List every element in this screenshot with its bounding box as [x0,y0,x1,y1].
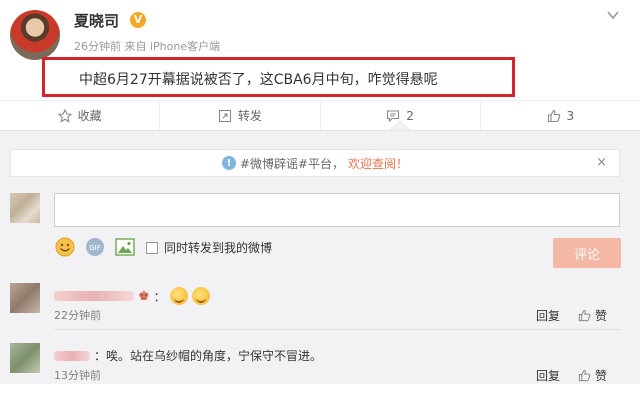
post-content: 中超6月27开幕据说被否了，这CBA6月中旬，咋觉得悬呢 [79,72,438,88]
comment-input[interactable] [54,193,620,227]
like-count: 3 [566,108,575,123]
info-icon: ! [221,156,236,170]
thumbs-up-icon [578,309,591,322]
rumor-notice: ! #微博辟谣#平台， 欢迎查阅！ × [10,149,620,177]
comment-button[interactable]: 2 [321,101,481,140]
comment-item: ：唉。站在乌纱帽的角度，宁保守不冒进。 13分钟前 回复 赞 [0,343,640,395]
image-icon[interactable] [114,236,136,258]
comment-like-label: 赞 [595,369,608,383]
thumbs-up-icon [547,109,560,122]
comment-like-label: 赞 [595,309,608,323]
chevron-down-icon[interactable] [606,8,620,22]
avatar [10,193,40,223]
crowned-emoji-icon: ♚ [138,288,150,304]
sync-forward-label: 同时转发到我的微博 [164,241,273,255]
comment-like-button[interactable]: 赞 [578,307,607,324]
comment-panel: ! #微博辟谣#平台， 欢迎查阅！ × GIF 同时转发到我的微博 评论 ♚ ：… [0,130,640,384]
commenter-avatar[interactable] [10,283,40,313]
post-content-highlight: 中超6月27开幕据说被否了，这CBA6月中旬，咋觉得悬呢 [42,57,515,97]
svg-text:GIF: GIF [89,244,101,252]
submit-comment-button[interactable]: 评论 [553,238,621,268]
laugh-emoji-icon [191,287,210,305]
post-meta: 26分钟前 来自 iPhone客户端 [74,40,221,53]
commenter-name[interactable] [54,291,134,301]
notice-link[interactable]: 欢迎查阅！ [348,155,408,172]
close-icon[interactable]: × [596,155,607,170]
comment-divider [54,329,620,330]
forward-label: 转发 [237,109,262,123]
commenter-name[interactable] [54,350,90,361]
author-avatar[interactable] [10,10,60,60]
emoji-icon[interactable] [54,236,76,258]
comment-time: 13分钟前 [54,369,101,382]
sync-forward-option[interactable]: 同时转发到我的微博 [146,239,272,256]
notice-text[interactable]: #微博辟谣#平台， [240,155,344,172]
comment-body: ：唉。站在乌纱帽的角度，宁保守不冒进。 [94,349,323,363]
comment-count: 2 [406,108,414,123]
reply-button[interactable]: 回复 [536,367,560,384]
thumbs-up-icon [578,369,591,382]
forward-button[interactable]: 转发 [160,101,321,130]
gif-icon[interactable]: GIF [84,236,106,258]
comment-body: ： [153,289,166,304]
favorite-button[interactable]: 收藏 [0,101,161,130]
verified-badge-icon: V [130,12,146,28]
like-button[interactable]: 3 [481,101,640,130]
weibo-post: 夏晓司 V 26分钟前 来自 iPhone客户端 中超6月27开幕据说被否了，这… [0,0,640,97]
comment-time: 22分钟前 [54,309,101,322]
commenter-avatar[interactable] [10,343,40,373]
forward-icon [218,109,231,122]
comment-like-button[interactable]: 赞 [578,367,607,384]
reply-button[interactable]: 回复 [536,307,560,324]
comment-text: ：唉。站在乌纱帽的角度，宁保守不冒进。 [54,347,322,364]
laugh-emoji-icon [169,287,188,305]
comment-text: ♚ ： [54,287,210,305]
favorite-label: 收藏 [77,109,102,123]
author-name[interactable]: 夏晓司 [74,10,119,31]
star-icon [57,108,72,123]
post-action-bar: 收藏 转发 2 3 [0,100,640,140]
sync-forward-checkbox[interactable] [146,241,158,254]
comment-item: ♚ ： 22分钟前 回复 赞 [0,283,640,335]
